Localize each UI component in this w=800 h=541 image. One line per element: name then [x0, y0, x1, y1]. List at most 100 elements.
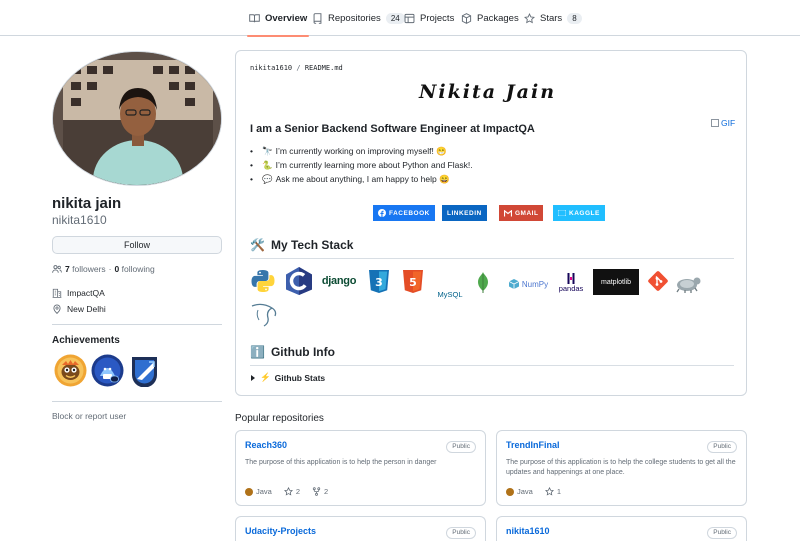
repo-meta: Java 2 2 — [245, 487, 328, 496]
tab-projects[interactable]: Projects — [404, 0, 454, 36]
separator-dot: · — [108, 264, 112, 274]
mongodb-icon[interactable] — [473, 269, 493, 297]
repo-stars[interactable]: 1 — [544, 487, 561, 496]
star-icon — [544, 487, 554, 496]
facebook-badge[interactable]: FACEBOOK — [373, 205, 435, 221]
popular-repositories-title: Popular repositories — [235, 413, 324, 424]
zap-emoji: ⚡ — [260, 372, 271, 382]
location-icon — [53, 304, 61, 314]
repo-link[interactable]: TrendInFinal — [506, 440, 560, 450]
company-name: ImpactQA — [67, 288, 105, 298]
numpy-label: NumPy — [521, 279, 549, 289]
linux-kali-icon[interactable] — [250, 301, 280, 327]
git-icon[interactable] — [646, 269, 670, 293]
tab-label: Overview — [265, 12, 308, 24]
django-icon[interactable]: django — [319, 270, 359, 292]
repo-forks[interactable]: 2 — [312, 487, 328, 496]
following-link[interactable]: 0 following — [115, 264, 155, 274]
location-item: New Delhi — [52, 304, 106, 314]
pull-shark-badge-icon — [91, 354, 124, 387]
location-name: New Delhi — [67, 304, 106, 314]
list-item: 🔭I’m currently working on improving myse… — [250, 144, 473, 158]
shield-label: GMAIL — [515, 209, 539, 217]
section-divider — [250, 258, 734, 259]
repo-card-reach360: Reach360 Public The purpose of this appl… — [235, 430, 486, 506]
matplotlib-label: matplotlib — [601, 278, 631, 286]
gmail-badge[interactable]: GMAIL — [499, 205, 544, 221]
repo-description: The purpose of this application is to he… — [506, 459, 736, 476]
kaggle-icon — [558, 210, 566, 216]
tab-overview[interactable]: Overview — [246, 0, 310, 37]
fork-icon — [312, 487, 321, 496]
broken-image-icon — [711, 119, 719, 127]
visibility-badge: Public — [707, 441, 737, 453]
forks-count: 2 — [324, 487, 329, 496]
achievement-badge-pull-shark[interactable] — [91, 354, 124, 387]
readme-path-user[interactable]: nikita1610 — [250, 64, 292, 72]
bullet-text: I’m currently working on improving mysel… — [275, 146, 447, 156]
shield-label: FACEBOOK — [389, 209, 430, 217]
star-icon — [283, 487, 293, 496]
repo-card-trendinfinal: TrendInFinal Public The purpose of this … — [496, 430, 747, 506]
readme-path-separator: / — [296, 64, 301, 72]
postgresql-icon[interactable] — [673, 271, 703, 295]
repo-meta: Java 1 — [506, 487, 561, 496]
organization-icon — [52, 288, 62, 298]
avatar-photo — [53, 52, 221, 185]
avatar[interactable] — [52, 51, 222, 186]
caret-right-icon — [251, 374, 255, 381]
profile-username: nikita1610 — [52, 213, 107, 227]
repo-stars[interactable]: 2 — [283, 487, 300, 496]
mysql-icon[interactable]: MySQL — [435, 273, 465, 299]
github-stats-toggle[interactable]: ⚡ Github Stats — [250, 372, 325, 383]
follow-button[interactable]: Follow — [52, 236, 222, 254]
mysql-label: MySQL — [437, 290, 463, 299]
company-item: ImpactQA — [52, 288, 105, 298]
following-count: 0 — [114, 264, 120, 274]
tab-repositories[interactable]: Repositories 24 — [312, 0, 405, 36]
snake-emoji: 🐍 — [261, 160, 273, 170]
python-icon[interactable] — [250, 267, 276, 295]
followers-label: followers — [72, 264, 106, 274]
java-language-dot — [506, 487, 514, 496]
repo-card-udacity-projects: Udacity-Projects Public — [235, 516, 486, 541]
tab-label: Repositories — [328, 12, 381, 24]
pandas-icon[interactable]: pandas — [556, 269, 586, 297]
book-icon — [249, 13, 260, 22]
visibility-badge: Public — [446, 441, 476, 453]
linkedin-badge[interactable]: LINKEDIN — [442, 205, 487, 221]
numpy-cube-icon — [508, 279, 520, 289]
followers-link[interactable]: 7 followers — [65, 264, 106, 274]
html5-icon[interactable]: 5 — [401, 268, 425, 294]
readme-path-file[interactable]: README.md — [305, 64, 343, 72]
tab-stars[interactable]: Stars 8 — [524, 0, 582, 36]
readme-signature: Nikita Jain — [419, 81, 557, 103]
repo-language: Java — [506, 487, 533, 496]
repo-link[interactable]: Udacity-Projects — [245, 526, 316, 536]
matplotlib-icon[interactable]: matplotlib — [593, 269, 639, 295]
pandas-label: pandas — [558, 284, 584, 293]
tools-emoji: 🛠️ — [250, 238, 265, 252]
visibility-badge: Public — [446, 527, 476, 539]
github-stats-label: Github Stats — [274, 372, 326, 383]
svg-text:3: 3 — [375, 276, 383, 289]
tab-packages[interactable]: Packages — [461, 0, 519, 36]
achievement-badge-quickdraw[interactable] — [128, 354, 161, 388]
shield-label: KAGGLE — [569, 209, 600, 217]
c-language-icon[interactable] — [284, 266, 314, 296]
java-language-dot — [245, 487, 253, 496]
repo-link[interactable]: Reach360 — [245, 440, 287, 450]
bullet-text: Ask me about anything, I am happy to hel… — [275, 174, 450, 184]
repo-link[interactable]: nikita1610 — [506, 526, 550, 536]
profile-readme: nikita1610 / README.md Nikita Jain GIF I… — [235, 50, 747, 396]
telescope-emoji: 🔭 — [261, 146, 273, 156]
shield-label: LINKEDIN — [447, 209, 482, 217]
repositories-count: 24 — [385, 12, 405, 24]
block-report-link[interactable]: Block or report user — [52, 411, 126, 421]
numpy-icon[interactable]: NumPy — [506, 275, 550, 293]
list-item: 🐍I’m currently learning more about Pytho… — [250, 158, 473, 172]
achievement-badge-yolo[interactable] — [54, 354, 87, 387]
css3-icon[interactable]: 3 — [367, 268, 391, 294]
kaggle-badge[interactable]: KAGGLE — [553, 205, 605, 221]
sidebar-divider — [52, 324, 222, 325]
